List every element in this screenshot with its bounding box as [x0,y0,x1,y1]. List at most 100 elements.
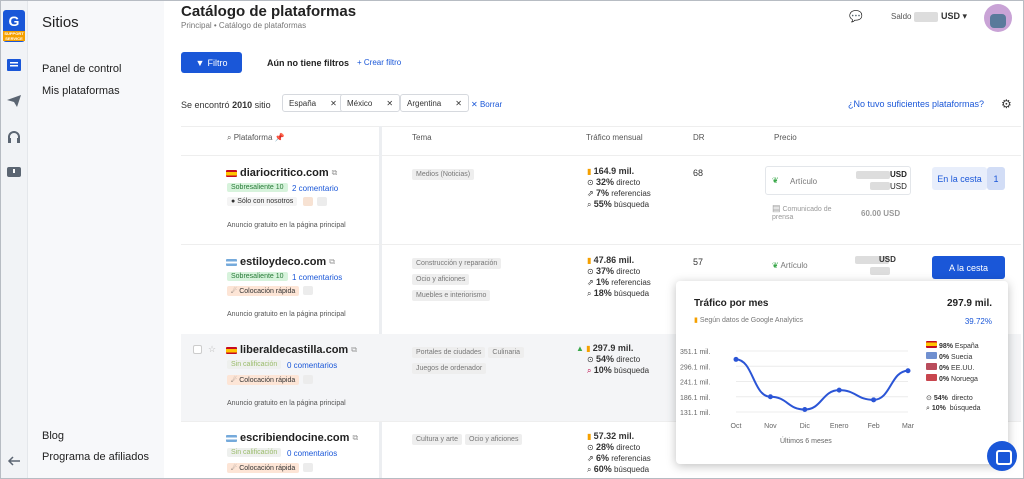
comments-link[interactable]: 0 comentarios [287,361,337,370]
popup-change: 39.72% [964,317,992,326]
announce-text: Anuncio gratuito en la página principal [227,311,346,318]
col-platform[interactable]: ⌕ Plataforma 📌 [227,133,285,143]
sidebar-item-dashboard[interactable]: Panel de control [42,63,122,75]
collapse-arrow-icon[interactable] [6,454,22,468]
data-point [802,407,808,413]
x-tick-label: Oct [731,423,742,430]
breadcrumb[interactable]: Principal • Catálogo de plataformas [181,21,306,30]
balance-label: Saldo [891,12,938,22]
y-tick-label: 241.1 mil. [680,380,710,387]
flag-icon [226,169,237,177]
gear-icon[interactable]: ⚙ [1001,97,1012,111]
press-price: 60.00 USD [861,209,901,218]
comments-link[interactable]: 1 comentarios [292,273,342,282]
filter-chip-mexico[interactable]: México ✕ [340,94,401,112]
price-article[interactable]: ❦ Artículo USD USD [765,166,911,195]
rating-badge: Sobresaliente 10 [227,183,288,192]
flag-icon [226,434,237,442]
popup-title: Tráfico por mes [694,298,769,309]
series-line [735,358,909,411]
flag-icon [226,258,237,266]
rating-badge: Sobresaliente 10 [227,272,288,281]
logo-letter: G [8,13,20,29]
send-icon[interactable] [6,94,22,108]
sidebar-item-blog[interactable]: Blog [42,430,64,442]
x-tick-label: Mar [902,423,915,430]
cart-count[interactable]: 1 [987,167,1005,190]
traffic-cell: ▮ 47.86 mil. ⊙ 37% directo ⇗ 1% referenc… [587,255,651,298]
rating-badge: Sin calificación [227,448,282,457]
results-count: Se encontró 2010 sitio [181,100,271,110]
col-traffic[interactable]: Tráfico mensual [586,133,643,142]
not-enough-link[interactable]: ¿No tuvo suficientes plataformas? [848,99,984,109]
table-row-site[interactable]: liberaldecastilla.com ⧉ [226,344,357,356]
document-icon: ▤ [772,203,781,213]
headset-icon[interactable] [6,130,22,144]
source-list: ⊙ 54% directo ⌕ 10% búsqueda [926,395,981,412]
close-icon: ✕ [330,98,337,108]
table-row-site[interactable]: diariocritico.com ⧉ [226,167,337,179]
add-to-cart-button[interactable]: A la cesta [932,256,1005,279]
leaf-icon: ❦ [772,176,779,185]
announce-text: Anuncio gratuito en la página principal [227,400,346,407]
topic-tags: Portales de ciudades Culinaria Juegos de o… [412,346,572,378]
traffic-cell: ▮ 164.9 mil. ⊙ 32% directo ⇗ 7% referenc… [587,166,651,209]
close-icon: ✕ [455,98,462,108]
col-topic[interactable]: Tema [412,133,432,142]
exclusive-badge: ● Sólo con nosotros [227,197,298,206]
brand-logo[interactable]: G SUPPORT SERVICE [3,10,25,42]
comments-link[interactable]: 0 comentarios [287,449,337,458]
no-filters-label: Aún no tiene filtros [267,58,349,68]
message-icon[interactable] [6,166,22,180]
filter-chip-spain[interactable]: España ✕ [282,94,344,112]
flag-icon [226,346,237,354]
avatar[interactable] [984,4,1012,32]
currency-selector[interactable]: USD ▾ [941,11,967,22]
data-point [836,387,842,393]
page-title: Catálogo de plataformas [181,3,357,20]
sidebar-item-affiliate[interactable]: Programa de afiliados [42,451,149,463]
filter-button[interactable]: ▼ Filtro [181,52,242,73]
table-row-site[interactable]: estiloydeco.com ⧉ [226,256,335,268]
create-filter-link[interactable]: + Crear filtro [357,58,401,67]
analytics-icon: ▮ [694,317,698,324]
x-tick-label: Nov [764,423,777,430]
country-list: 98% España 0% Suecia 0% EE.UU. 0% Norueg… [926,341,979,385]
popup-total: 297.9 mil. [946,298,992,309]
fast-placement-badge: ☄ Colocación rápida [227,286,300,296]
traffic-line-chart: 351.1 mil. 296.1 mil. 241.1 mil. 186.1 mil.… [680,349,915,430]
sidebar-item-my-platforms[interactable]: Mis plataformas [42,85,120,97]
col-price[interactable]: Precio [774,133,797,142]
fast-placement-badge: ☄ Colocación rápida [227,463,300,473]
price-article[interactable]: ❦ Artículo [772,261,808,270]
x-tick-label: Dic [800,423,811,430]
topic-tags: Construcción y reparación Ocio y aficione… [412,257,562,305]
sidebar: Sitios Panel de control Mis plataformas … [28,0,164,479]
sites-icon[interactable] [6,58,22,72]
y-tick-label: 351.1 mil. [680,349,710,356]
y-tick-label: 186.1 mil. [680,395,710,402]
comments-link[interactable]: 2 comentario [292,184,338,193]
traffic-popup: Tráfico por mes 297.9 mil. ▮ Según datos… [676,281,1008,464]
popup-source: ▮ Según datos de Google Analytics [694,317,803,324]
icon-rail: G SUPPORT SERVICE [0,0,28,479]
fast-placement-badge: ☄ Colocación rápida [227,375,300,385]
filter-chip-argentina[interactable]: Argentina ✕ [400,94,469,112]
col-dr[interactable]: DR [693,133,705,142]
y-tick-label: 131.1 mil. [680,410,710,417]
star-icon[interactable]: ☆ [208,344,216,355]
in-cart-button[interactable]: En la cesta [932,167,987,190]
sidebar-title: Sitios [42,14,79,31]
dr-value: 57 [693,257,704,267]
press-release-label: ▤ Comunicado de prensa [772,203,832,221]
filter-icon: ▼ [195,57,205,68]
data-point [871,397,877,403]
row-checkbox[interactable] [193,345,202,354]
table-row-site[interactable]: escribiendocine.com ⧉ [226,432,358,444]
logo-subtitle: SUPPORT SERVICE [3,31,25,41]
chat-icon[interactable]: 💬 [849,10,863,23]
clear-filters-link[interactable]: ✕ Borrar [471,100,502,109]
support-chat-button[interactable] [987,441,1017,471]
close-icon: ✕ [386,98,394,108]
chart-footer: Últimos 6 meses [780,438,832,445]
